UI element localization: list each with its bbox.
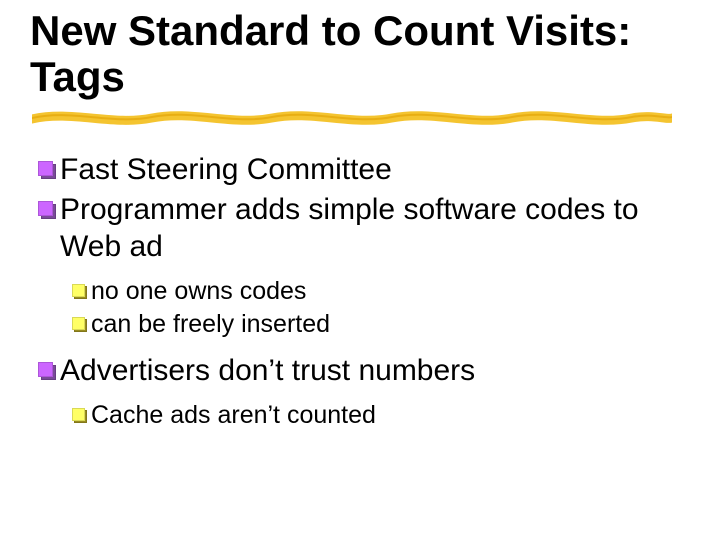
bullet-level1: Advertisers don’t trust numbers bbox=[38, 352, 690, 390]
bullet-text: Cache ads aren’t counted bbox=[91, 400, 376, 431]
slide: New Standard to Count Visits: Tags Fast … bbox=[0, 0, 720, 540]
square-bullet-icon bbox=[72, 317, 87, 332]
bullet-text: Programmer adds simple software codes to… bbox=[60, 191, 690, 266]
slide-body: Fast Steering Committee Programmer adds … bbox=[30, 151, 690, 431]
bullet-text: Fast Steering Committee bbox=[60, 151, 690, 189]
square-bullet-icon bbox=[72, 284, 87, 299]
bullet-text: can be freely inserted bbox=[91, 309, 330, 340]
bullet-level2: can be freely inserted bbox=[72, 309, 690, 340]
square-bullet-icon bbox=[38, 161, 56, 179]
bullet-level2: Cache ads aren’t counted bbox=[72, 400, 690, 431]
square-bullet-icon bbox=[38, 362, 56, 380]
square-bullet-icon bbox=[38, 201, 56, 219]
slide-title: New Standard to Count Visits: Tags bbox=[30, 8, 690, 100]
bullet-level2: no one owns codes bbox=[72, 276, 690, 307]
bullet-level1: Fast Steering Committee bbox=[38, 151, 690, 189]
square-bullet-icon bbox=[72, 408, 87, 423]
title-underline bbox=[32, 106, 672, 128]
bullet-text: Advertisers don’t trust numbers bbox=[60, 352, 690, 390]
bullet-text: no one owns codes bbox=[91, 276, 306, 307]
bullet-level1: Programmer adds simple software codes to… bbox=[38, 191, 690, 266]
